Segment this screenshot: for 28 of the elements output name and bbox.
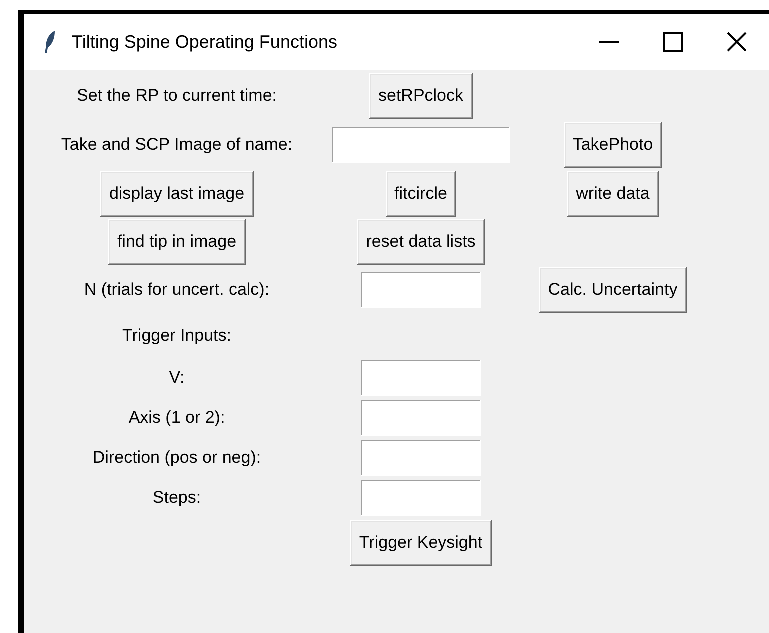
field-label: Take and SCP Image of name:	[61, 135, 293, 155]
action-button[interactable]: setRPclock	[369, 73, 473, 119]
action-button[interactable]: find tip in image	[108, 219, 246, 265]
field-label: Direction (pos or neg):	[92, 448, 262, 468]
action-button[interactable]: write data	[567, 171, 659, 217]
action-button[interactable]: reset data lists	[357, 219, 485, 265]
close-icon	[727, 32, 747, 52]
maximize-icon	[663, 32, 683, 52]
input-field[interactable]	[361, 360, 481, 396]
action-button[interactable]: fitcircle	[386, 171, 456, 217]
action-button[interactable]: display last image	[100, 171, 254, 217]
input-field[interactable]	[361, 400, 481, 436]
field-label: Axis (1 or 2):	[128, 408, 226, 428]
input-field[interactable]	[361, 440, 481, 476]
field-label: N (trials for uncert. calc):	[84, 280, 270, 300]
window-title: Tilting Spine Operating Functions	[72, 32, 338, 52]
input-field[interactable]	[361, 480, 481, 516]
feather-icon	[44, 30, 56, 54]
field-label: V:	[169, 368, 185, 388]
minimize-icon	[599, 41, 619, 43]
field-label: Trigger Inputs:	[122, 326, 232, 346]
input-field[interactable]	[332, 127, 510, 163]
input-field[interactable]	[361, 272, 481, 308]
field-label: Steps:	[152, 488, 202, 508]
action-button[interactable]: Trigger Keysight	[350, 520, 492, 566]
action-button[interactable]: Calc. Uncertainty	[539, 267, 687, 313]
action-button[interactable]: TakePhoto	[564, 122, 662, 168]
field-label: Set the RP to current time:	[77, 86, 277, 106]
